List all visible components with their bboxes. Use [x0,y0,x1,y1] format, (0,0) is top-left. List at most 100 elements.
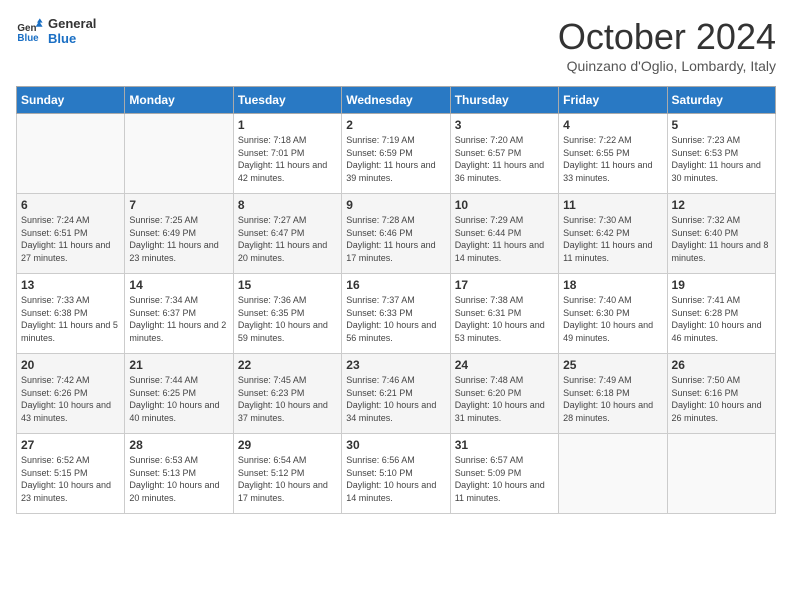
calendar-cell: 28 Sunrise: 6:53 AMSunset: 5:13 PMDaylig… [125,434,233,514]
calendar-cell: 25 Sunrise: 7:49 AMSunset: 6:18 PMDaylig… [559,354,667,434]
calendar-cell: 31 Sunrise: 6:57 AMSunset: 5:09 PMDaylig… [450,434,558,514]
day-number: 27 [21,438,120,452]
calendar-cell: 13 Sunrise: 7:33 AMSunset: 6:38 PMDaylig… [17,274,125,354]
day-detail: Sunrise: 7:28 AMSunset: 6:46 PMDaylight:… [346,214,445,264]
logo-icon: Gen Blue [16,17,44,45]
day-detail: Sunrise: 7:29 AMSunset: 6:44 PMDaylight:… [455,214,554,264]
day-detail: Sunrise: 7:49 AMSunset: 6:18 PMDaylight:… [563,374,662,424]
day-detail: Sunrise: 7:36 AMSunset: 6:35 PMDaylight:… [238,294,337,344]
title-area: October 2024 Quinzano d'Oglio, Lombardy,… [558,16,776,74]
day-number: 14 [129,278,228,292]
day-detail: Sunrise: 7:41 AMSunset: 6:28 PMDaylight:… [672,294,771,344]
day-number: 29 [238,438,337,452]
calendar-cell: 23 Sunrise: 7:46 AMSunset: 6:21 PMDaylig… [342,354,450,434]
calendar-cell [125,114,233,194]
day-number: 10 [455,198,554,212]
day-number: 24 [455,358,554,372]
calendar-cell [667,434,775,514]
day-detail: Sunrise: 7:44 AMSunset: 6:25 PMDaylight:… [129,374,228,424]
calendar-cell: 11 Sunrise: 7:30 AMSunset: 6:42 PMDaylig… [559,194,667,274]
day-number: 25 [563,358,662,372]
calendar-cell: 5 Sunrise: 7:23 AMSunset: 6:53 PMDayligh… [667,114,775,194]
day-detail: Sunrise: 7:42 AMSunset: 6:26 PMDaylight:… [21,374,120,424]
day-number: 28 [129,438,228,452]
day-number: 19 [672,278,771,292]
day-number: 15 [238,278,337,292]
day-detail: Sunrise: 7:34 AMSunset: 6:37 PMDaylight:… [129,294,228,344]
day-number: 8 [238,198,337,212]
day-detail: Sunrise: 7:46 AMSunset: 6:21 PMDaylight:… [346,374,445,424]
calendar-cell: 7 Sunrise: 7:25 AMSunset: 6:49 PMDayligh… [125,194,233,274]
day-number: 9 [346,198,445,212]
day-number: 2 [346,118,445,132]
day-number: 6 [21,198,120,212]
calendar-cell: 20 Sunrise: 7:42 AMSunset: 6:26 PMDaylig… [17,354,125,434]
day-header-sunday: Sunday [17,87,125,114]
day-header-wednesday: Wednesday [342,87,450,114]
calendar-cell: 2 Sunrise: 7:19 AMSunset: 6:59 PMDayligh… [342,114,450,194]
day-detail: Sunrise: 7:22 AMSunset: 6:55 PMDaylight:… [563,134,662,184]
day-number: 21 [129,358,228,372]
day-detail: Sunrise: 7:25 AMSunset: 6:49 PMDaylight:… [129,214,228,264]
day-detail: Sunrise: 7:38 AMSunset: 6:31 PMDaylight:… [455,294,554,344]
logo-line1: General [48,16,96,31]
day-header-thursday: Thursday [450,87,558,114]
logo: Gen Blue General Blue [16,16,96,46]
day-number: 7 [129,198,228,212]
day-header-tuesday: Tuesday [233,87,341,114]
calendar-cell: 16 Sunrise: 7:37 AMSunset: 6:33 PMDaylig… [342,274,450,354]
day-detail: Sunrise: 7:37 AMSunset: 6:33 PMDaylight:… [346,294,445,344]
day-detail: Sunrise: 7:24 AMSunset: 6:51 PMDaylight:… [21,214,120,264]
day-number: 31 [455,438,554,452]
calendar-cell: 21 Sunrise: 7:44 AMSunset: 6:25 PMDaylig… [125,354,233,434]
day-detail: Sunrise: 7:32 AMSunset: 6:40 PMDaylight:… [672,214,771,264]
day-number: 18 [563,278,662,292]
day-number: 20 [21,358,120,372]
day-number: 23 [346,358,445,372]
day-header-monday: Monday [125,87,233,114]
calendar-cell: 12 Sunrise: 7:32 AMSunset: 6:40 PMDaylig… [667,194,775,274]
calendar-cell: 19 Sunrise: 7:41 AMSunset: 6:28 PMDaylig… [667,274,775,354]
day-number: 12 [672,198,771,212]
calendar-week-5: 27 Sunrise: 6:52 AMSunset: 5:15 PMDaylig… [17,434,776,514]
calendar-cell: 22 Sunrise: 7:45 AMSunset: 6:23 PMDaylig… [233,354,341,434]
calendar-cell: 14 Sunrise: 7:34 AMSunset: 6:37 PMDaylig… [125,274,233,354]
calendar-cell: 10 Sunrise: 7:29 AMSunset: 6:44 PMDaylig… [450,194,558,274]
day-number: 13 [21,278,120,292]
day-detail: Sunrise: 7:18 AMSunset: 7:01 PMDaylight:… [238,134,337,184]
day-detail: Sunrise: 7:20 AMSunset: 6:57 PMDaylight:… [455,134,554,184]
day-detail: Sunrise: 6:56 AMSunset: 5:10 PMDaylight:… [346,454,445,504]
day-number: 17 [455,278,554,292]
day-number: 5 [672,118,771,132]
day-detail: Sunrise: 7:40 AMSunset: 6:30 PMDaylight:… [563,294,662,344]
day-detail: Sunrise: 7:48 AMSunset: 6:20 PMDaylight:… [455,374,554,424]
calendar-cell: 29 Sunrise: 6:54 AMSunset: 5:12 PMDaylig… [233,434,341,514]
day-detail: Sunrise: 6:53 AMSunset: 5:13 PMDaylight:… [129,454,228,504]
calendar-week-1: 1 Sunrise: 7:18 AMSunset: 7:01 PMDayligh… [17,114,776,194]
day-detail: Sunrise: 6:57 AMSunset: 5:09 PMDaylight:… [455,454,554,504]
calendar-cell: 17 Sunrise: 7:38 AMSunset: 6:31 PMDaylig… [450,274,558,354]
page-header: Gen Blue General Blue October 2024 Quinz… [16,16,776,74]
calendar-week-4: 20 Sunrise: 7:42 AMSunset: 6:26 PMDaylig… [17,354,776,434]
day-detail: Sunrise: 6:54 AMSunset: 5:12 PMDaylight:… [238,454,337,504]
day-detail: Sunrise: 7:33 AMSunset: 6:38 PMDaylight:… [21,294,120,344]
month-title: October 2024 [558,16,776,58]
day-number: 3 [455,118,554,132]
calendar-cell: 26 Sunrise: 7:50 AMSunset: 6:16 PMDaylig… [667,354,775,434]
calendar-cell: 30 Sunrise: 6:56 AMSunset: 5:10 PMDaylig… [342,434,450,514]
day-number: 26 [672,358,771,372]
day-detail: Sunrise: 7:45 AMSunset: 6:23 PMDaylight:… [238,374,337,424]
day-header-friday: Friday [559,87,667,114]
day-detail: Sunrise: 7:30 AMSunset: 6:42 PMDaylight:… [563,214,662,264]
calendar-week-2: 6 Sunrise: 7:24 AMSunset: 6:51 PMDayligh… [17,194,776,274]
calendar-cell: 15 Sunrise: 7:36 AMSunset: 6:35 PMDaylig… [233,274,341,354]
calendar-cell: 6 Sunrise: 7:24 AMSunset: 6:51 PMDayligh… [17,194,125,274]
calendar-cell: 3 Sunrise: 7:20 AMSunset: 6:57 PMDayligh… [450,114,558,194]
day-detail: Sunrise: 7:23 AMSunset: 6:53 PMDaylight:… [672,134,771,184]
calendar-cell [17,114,125,194]
calendar-table: SundayMondayTuesdayWednesdayThursdayFrid… [16,86,776,514]
day-detail: Sunrise: 7:27 AMSunset: 6:47 PMDaylight:… [238,214,337,264]
svg-text:Blue: Blue [17,33,39,44]
calendar-cell: 4 Sunrise: 7:22 AMSunset: 6:55 PMDayligh… [559,114,667,194]
day-number: 4 [563,118,662,132]
